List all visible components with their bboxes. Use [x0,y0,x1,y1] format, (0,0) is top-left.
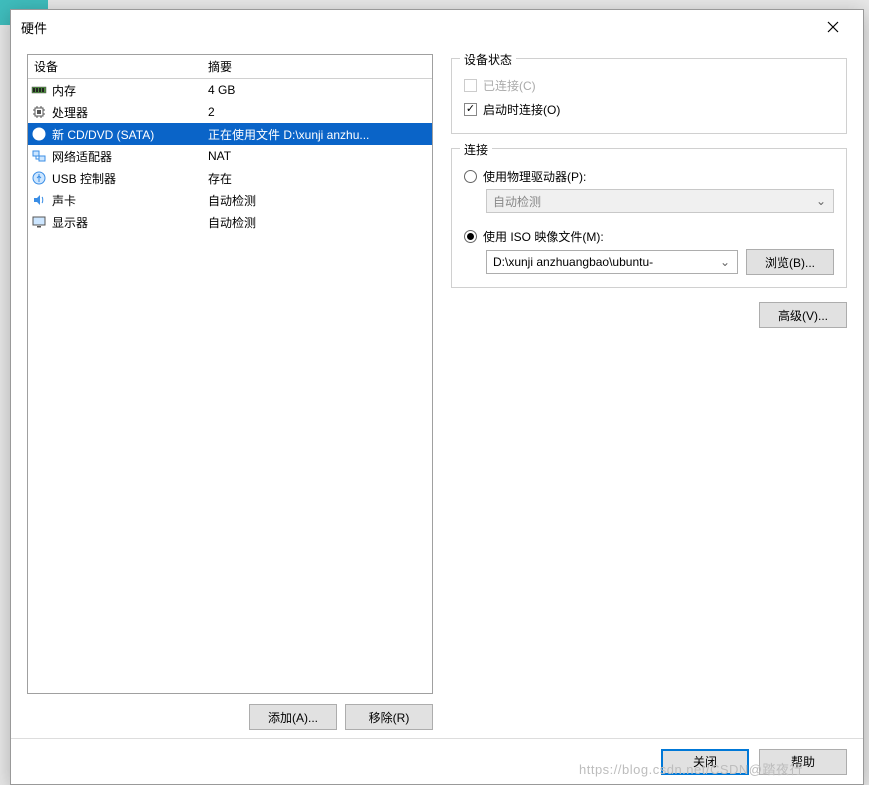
use-physical-radio[interactable]: 使用物理驱动器(P): [464,163,834,189]
device-summary: NAT [204,149,432,163]
device-summary: 自动检测 [204,214,432,231]
device-status-legend: 设备状态 [460,51,516,68]
connection-group: 连接 使用物理驱动器(P): 自动检测 ⌄ 使用 ISO 映像文件(M): [451,148,847,288]
memory-icon [28,84,50,96]
connect-on-start-checkbox[interactable]: 启动时连接(O) [464,97,834,121]
connect-on-start-label: 启动时连接(O) [483,101,560,118]
titlebar: 硬件 [11,10,863,44]
help-button[interactable]: 帮助 [759,749,847,775]
cpu-icon [28,104,50,120]
dialog-footer: 关闭 帮助 https://blog.csdn.net/CSDN@踏夜行 [11,738,863,784]
remove-button[interactable]: 移除(R) [345,704,433,730]
add-button[interactable]: 添加(A)... [249,704,337,730]
network-icon [28,148,50,164]
device-summary: 2 [204,105,432,119]
close-button[interactable]: 关闭 [661,749,749,775]
use-physical-label: 使用物理驱动器(P): [483,168,586,185]
connected-checkbox: 已连接(C) [464,73,834,97]
browse-button[interactable]: 浏览(B)... [746,249,834,275]
radio-icon [464,170,477,183]
device-summary: 存在 [204,170,432,187]
table-row[interactable]: USB 控制器存在 [28,167,432,189]
header-device: 设备 [28,58,204,75]
table-row[interactable]: 显示器自动检测 [28,211,432,233]
physical-drive-combo: 自动检测 ⌄ [486,189,834,213]
chevron-down-icon: ⌄ [717,255,733,269]
checkbox-icon [464,79,477,92]
device-summary: 4 GB [204,83,432,97]
table-row[interactable]: 新 CD/DVD (SATA)正在使用文件 D:\xunji anzhu... [28,123,432,145]
device-status-group: 设备状态 已连接(C) 启动时连接(O) [451,58,847,134]
iso-path-value: D:\xunji anzhuangbao\ubuntu- [493,255,717,269]
hardware-dialog: 硬件 设备 摘要 内存4 GB处理器2新 CD/DVD (SATA)正在使用文件… [10,9,864,785]
iso-path-combo[interactable]: D:\xunji anzhuangbao\ubuntu- ⌄ [486,250,738,274]
usb-icon [28,170,50,186]
device-table[interactable]: 设备 摘要 内存4 GB处理器2新 CD/DVD (SATA)正在使用文件 D:… [27,54,433,694]
device-summary: 自动检测 [204,192,432,209]
window-title: 硬件 [21,18,813,37]
device-panel: 设备 摘要 内存4 GB处理器2新 CD/DVD (SATA)正在使用文件 D:… [27,54,433,730]
radio-icon [464,230,477,243]
header-summary: 摘要 [204,58,432,75]
table-header: 设备 摘要 [28,55,432,79]
table-row[interactable]: 内存4 GB [28,79,432,101]
table-row[interactable]: 声卡自动检测 [28,189,432,211]
settings-panel: 设备状态 已连接(C) 启动时连接(O) 连接 使用物理驱动器(P): [451,54,847,730]
table-row[interactable]: 处理器2 [28,101,432,123]
sound-icon [28,192,50,208]
advanced-button[interactable]: 高级(V)... [759,302,847,328]
table-row[interactable]: 网络适配器NAT [28,145,432,167]
physical-drive-value: 自动检测 [493,193,813,210]
use-iso-label: 使用 ISO 映像文件(M): [483,228,604,245]
connection-legend: 连接 [460,141,492,158]
device-summary: 正在使用文件 D:\xunji anzhu... [204,126,432,143]
device-name: 新 CD/DVD (SATA) [50,126,204,143]
connected-label: 已连接(C) [483,77,536,94]
device-name: USB 控制器 [50,170,204,187]
device-name: 处理器 [50,104,204,121]
use-iso-radio[interactable]: 使用 ISO 映像文件(M): [464,223,834,249]
device-name: 内存 [50,82,204,99]
checkbox-icon [464,103,477,116]
display-icon [28,214,50,230]
device-name: 声卡 [50,192,204,209]
close-icon[interactable] [813,12,853,42]
cd-icon [28,126,50,142]
device-name: 显示器 [50,214,204,231]
chevron-down-icon: ⌄ [813,194,829,208]
device-name: 网络适配器 [50,148,204,165]
